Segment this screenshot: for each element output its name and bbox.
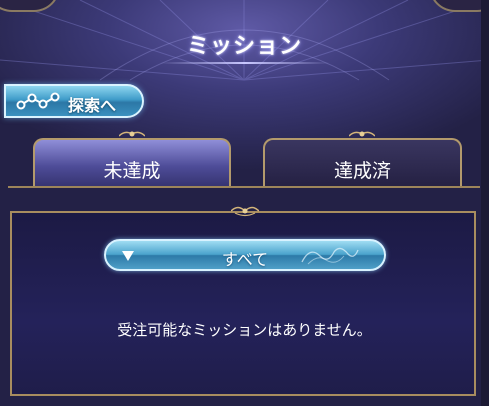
mission-screen: ミッション 探索へ 未達成 達成済 すべて 受注可能なミッションはありません。 (0, 0, 489, 406)
filter-dropdown[interactable]: すべて (104, 239, 386, 271)
explore-button[interactable]: 探索へ (4, 84, 144, 118)
panel-ornament (231, 206, 259, 217)
tab-completed-label: 達成済 (333, 160, 391, 182)
right-edge-frame (481, 0, 489, 406)
explore-button-label: 探索へ (68, 96, 117, 115)
title-underline (160, 62, 330, 64)
tab-completed[interactable]: 達成済 (263, 138, 462, 188)
filter-flourish-decoration (301, 247, 359, 265)
tab-incomplete[interactable]: 未達成 (33, 138, 231, 188)
network-nodes-icon (16, 92, 60, 110)
empty-state-message: 受注可能なミッションはありません。 (117, 321, 372, 339)
tab-baseline-divider (8, 186, 480, 188)
tab-incomplete-label: 未達成 (103, 160, 161, 182)
page-title: ミッション (186, 34, 302, 59)
